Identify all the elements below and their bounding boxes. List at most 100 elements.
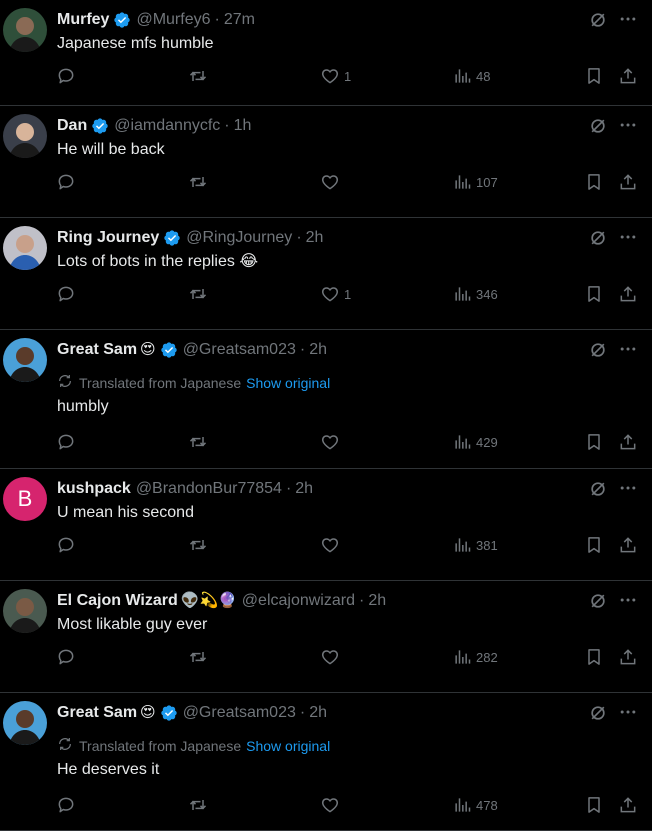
views[interactable]: 346 [452, 282, 498, 306]
repost[interactable] [188, 533, 208, 557]
post-text: Most likable guy ever [57, 616, 208, 633]
show-original-link[interactable]: Show original [246, 374, 330, 392]
avatar[interactable] [3, 8, 47, 52]
like-icon [320, 284, 340, 304]
repost[interactable] [188, 64, 208, 88]
more-icon[interactable] [618, 115, 638, 135]
grok-icon[interactable] [588, 703, 608, 723]
share-icon [618, 66, 638, 86]
verified-badge-icon [160, 341, 178, 359]
views[interactable]: 48 [452, 64, 490, 88]
grok-icon[interactable] [588, 116, 608, 136]
display-name[interactable]: Great Sam [57, 703, 137, 723]
user-handle[interactable]: @Murfey6 [136, 10, 210, 30]
views[interactable]: 282 [452, 645, 498, 669]
avatar[interactable] [3, 701, 47, 745]
reply-post: Bkushpack @BrandonBur77854 · 2h U mean his s… [0, 469, 652, 581]
repost[interactable] [188, 170, 208, 194]
post-time[interactable]: 27m [224, 10, 255, 30]
display-name[interactable]: El Cajon Wizard [57, 591, 178, 611]
bookmark[interactable] [584, 793, 604, 817]
avatar[interactable]: B [3, 477, 47, 521]
bookmark[interactable] [584, 645, 604, 669]
repost[interactable] [188, 645, 208, 669]
reply[interactable] [56, 533, 76, 557]
reply[interactable] [56, 793, 76, 817]
user-handle[interactable]: @RingJourney [186, 228, 292, 248]
share[interactable] [618, 170, 638, 194]
reply[interactable] [56, 170, 76, 194]
avatar[interactable] [3, 114, 47, 158]
avatar[interactable] [3, 226, 47, 270]
post-time[interactable]: 2h [295, 479, 313, 499]
reply-post: El Cajon Wizard 👽💫🔮 @elcajonwizard · 2h Most … [0, 581, 652, 693]
share[interactable] [618, 64, 638, 88]
post-time[interactable]: 2h [306, 228, 324, 248]
share[interactable] [618, 430, 638, 454]
user-handle[interactable]: @BrandonBur77854 [136, 479, 282, 499]
like[interactable] [320, 170, 340, 194]
more-icon[interactable] [618, 227, 638, 247]
avatar[interactable] [3, 589, 47, 633]
more-icon[interactable] [618, 590, 638, 610]
post-time[interactable]: 2h [309, 340, 327, 360]
reply[interactable] [56, 645, 76, 669]
repost[interactable] [188, 430, 208, 454]
reply[interactable] [56, 282, 76, 306]
user-handle[interactable]: @iamdannycfc [114, 116, 220, 136]
reply-icon [56, 432, 76, 452]
like[interactable] [320, 430, 340, 454]
post-time[interactable]: 2h [309, 703, 327, 723]
views[interactable]: 381 [452, 533, 498, 557]
post-time[interactable]: 2h [368, 591, 386, 611]
views-count: 282 [476, 649, 498, 665]
bookmark[interactable] [584, 170, 604, 194]
display-name[interactable]: Great Sam [57, 340, 137, 360]
views[interactable]: 478 [452, 793, 498, 817]
views[interactable]: 107 [452, 170, 498, 194]
views-count: 429 [476, 434, 498, 450]
reply[interactable] [56, 64, 76, 88]
more-icon[interactable] [618, 339, 638, 359]
grok-icon[interactable] [588, 591, 608, 611]
display-name[interactable]: kushpack [57, 479, 131, 499]
display-name[interactable]: Murfey [57, 10, 109, 30]
like[interactable] [320, 645, 340, 669]
share[interactable] [618, 282, 638, 306]
post-time[interactable]: 1h [234, 116, 252, 136]
reply-post: Great Sam 😍 @Greatsam023 · 2h Translated from… [0, 693, 652, 831]
like[interactable] [320, 793, 340, 817]
more-icon[interactable] [618, 478, 638, 498]
avatar[interactable] [3, 338, 47, 382]
like[interactable] [320, 533, 340, 557]
like[interactable]: 1 [320, 282, 351, 306]
bookmark[interactable] [584, 430, 604, 454]
grok-icon[interactable] [588, 10, 608, 30]
display-name[interactable]: Dan [57, 116, 87, 136]
share[interactable] [618, 533, 638, 557]
like[interactable]: 1 [320, 64, 351, 88]
user-handle[interactable]: @Greatsam023 [183, 340, 296, 360]
grok-icon[interactable] [588, 340, 608, 360]
more-icon[interactable] [618, 702, 638, 722]
bookmark[interactable] [584, 282, 604, 306]
reply[interactable] [56, 430, 76, 454]
grok-icon[interactable] [588, 228, 608, 248]
bookmark[interactable] [584, 533, 604, 557]
share[interactable] [618, 793, 638, 817]
more-icon[interactable] [618, 9, 638, 29]
repost[interactable] [188, 282, 208, 306]
action-bar: 478 [0, 793, 652, 817]
repost[interactable] [188, 793, 208, 817]
share[interactable] [618, 645, 638, 669]
display-name[interactable]: Ring Journey [57, 228, 159, 248]
bookmark[interactable] [584, 64, 604, 88]
grok-icon[interactable] [588, 479, 608, 499]
user-handle[interactable]: @Greatsam023 [183, 703, 296, 723]
user-handle[interactable]: @elcajonwizard [242, 591, 355, 611]
show-original-link[interactable]: Show original [246, 737, 330, 755]
views-icon [452, 647, 472, 667]
separator-dot: · [299, 341, 306, 358]
views[interactable]: 429 [452, 430, 498, 454]
bookmark-icon [584, 535, 604, 555]
